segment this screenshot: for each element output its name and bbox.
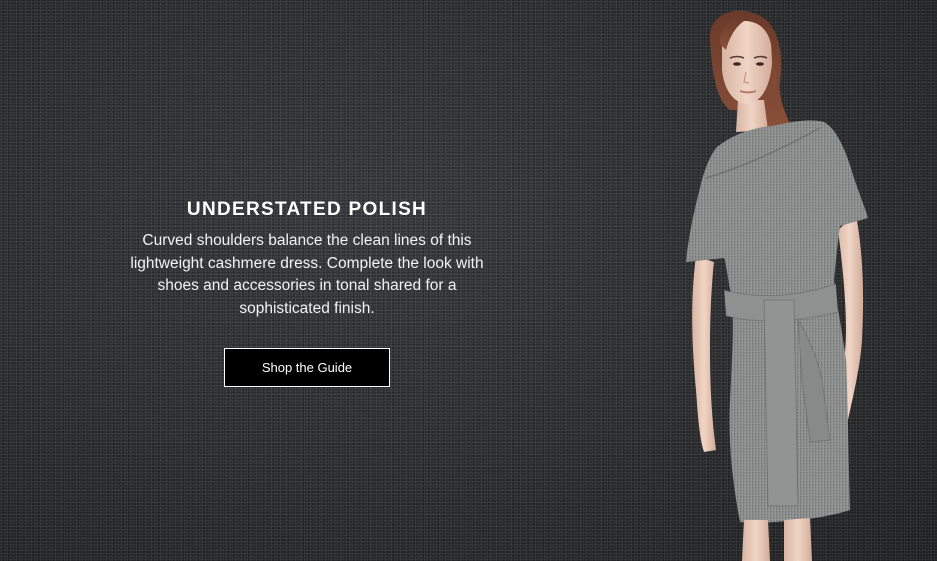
model-image xyxy=(686,10,868,561)
hero-banner: UNDERSTATED POLISH Curved shoulders bala… xyxy=(0,0,937,561)
hero-description: Curved shoulders balance the clean lines… xyxy=(130,232,484,317)
left-arm-shape xyxy=(692,256,716,452)
hero-copy-block: UNDERSTATED POLISH Curved shoulders bala… xyxy=(125,196,489,320)
legs-shape xyxy=(742,520,770,561)
shop-the-guide-button[interactable]: Shop the Guide xyxy=(224,348,390,387)
hero-headline: UNDERSTATED POLISH xyxy=(186,199,428,220)
